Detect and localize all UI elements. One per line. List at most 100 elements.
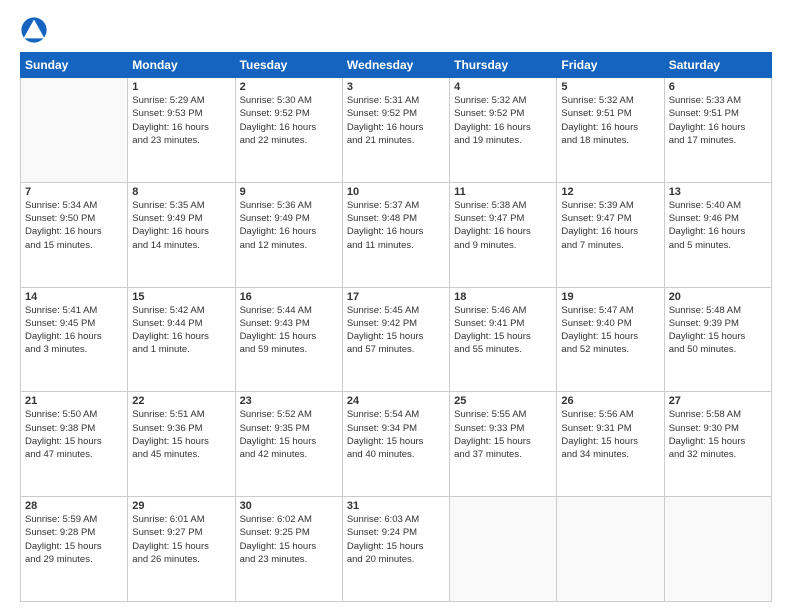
- day-number: 11: [454, 186, 552, 198]
- day-number: 24: [347, 395, 445, 407]
- calendar-cell: 28Sunrise: 5:59 AM Sunset: 9:28 PM Dayli…: [21, 497, 128, 602]
- cell-info: Sunrise: 5:30 AM Sunset: 9:52 PM Dayligh…: [240, 94, 338, 147]
- calendar-cell: 29Sunrise: 6:01 AM Sunset: 9:27 PM Dayli…: [128, 497, 235, 602]
- cell-info: Sunrise: 5:34 AM Sunset: 9:50 PM Dayligh…: [25, 199, 123, 252]
- calendar-cell: 18Sunrise: 5:46 AM Sunset: 9:41 PM Dayli…: [450, 287, 557, 392]
- calendar-cell: 24Sunrise: 5:54 AM Sunset: 9:34 PM Dayli…: [342, 392, 449, 497]
- logo: [20, 16, 52, 44]
- calendar-cell: 6Sunrise: 5:33 AM Sunset: 9:51 PM Daylig…: [664, 78, 771, 183]
- day-number: 25: [454, 395, 552, 407]
- cell-info: Sunrise: 5:38 AM Sunset: 9:47 PM Dayligh…: [454, 199, 552, 252]
- day-number: 12: [561, 186, 659, 198]
- day-number: 5: [561, 81, 659, 93]
- day-number: 8: [132, 186, 230, 198]
- day-number: 1: [132, 81, 230, 93]
- calendar-header-wednesday: Wednesday: [342, 53, 449, 78]
- calendar-header-row: SundayMondayTuesdayWednesdayThursdayFrid…: [21, 53, 772, 78]
- calendar-cell: 20Sunrise: 5:48 AM Sunset: 9:39 PM Dayli…: [664, 287, 771, 392]
- calendar-cell: 15Sunrise: 5:42 AM Sunset: 9:44 PM Dayli…: [128, 287, 235, 392]
- cell-info: Sunrise: 5:55 AM Sunset: 9:33 PM Dayligh…: [454, 408, 552, 461]
- calendar-cell: [664, 497, 771, 602]
- calendar-cell: 21Sunrise: 5:50 AM Sunset: 9:38 PM Dayli…: [21, 392, 128, 497]
- day-number: 13: [669, 186, 767, 198]
- calendar-week-0: 1Sunrise: 5:29 AM Sunset: 9:53 PM Daylig…: [21, 78, 772, 183]
- calendar-header-tuesday: Tuesday: [235, 53, 342, 78]
- calendar-cell: 11Sunrise: 5:38 AM Sunset: 9:47 PM Dayli…: [450, 182, 557, 287]
- cell-info: Sunrise: 5:29 AM Sunset: 9:53 PM Dayligh…: [132, 94, 230, 147]
- cell-info: Sunrise: 5:56 AM Sunset: 9:31 PM Dayligh…: [561, 408, 659, 461]
- cell-info: Sunrise: 5:31 AM Sunset: 9:52 PM Dayligh…: [347, 94, 445, 147]
- calendar-cell: [21, 78, 128, 183]
- day-number: 19: [561, 291, 659, 303]
- calendar-cell: 14Sunrise: 5:41 AM Sunset: 9:45 PM Dayli…: [21, 287, 128, 392]
- cell-info: Sunrise: 5:35 AM Sunset: 9:49 PM Dayligh…: [132, 199, 230, 252]
- cell-info: Sunrise: 5:48 AM Sunset: 9:39 PM Dayligh…: [669, 304, 767, 357]
- day-number: 14: [25, 291, 123, 303]
- day-number: 27: [669, 395, 767, 407]
- calendar-cell: 12Sunrise: 5:39 AM Sunset: 9:47 PM Dayli…: [557, 182, 664, 287]
- day-number: 9: [240, 186, 338, 198]
- cell-info: Sunrise: 5:45 AM Sunset: 9:42 PM Dayligh…: [347, 304, 445, 357]
- day-number: 7: [25, 186, 123, 198]
- calendar-header-friday: Friday: [557, 53, 664, 78]
- calendar-cell: 7Sunrise: 5:34 AM Sunset: 9:50 PM Daylig…: [21, 182, 128, 287]
- day-number: 10: [347, 186, 445, 198]
- day-number: 4: [454, 81, 552, 93]
- calendar-cell: 9Sunrise: 5:36 AM Sunset: 9:49 PM Daylig…: [235, 182, 342, 287]
- calendar-cell: 10Sunrise: 5:37 AM Sunset: 9:48 PM Dayli…: [342, 182, 449, 287]
- calendar-cell: 3Sunrise: 5:31 AM Sunset: 9:52 PM Daylig…: [342, 78, 449, 183]
- header: [20, 16, 772, 44]
- calendar-cell: 31Sunrise: 6:03 AM Sunset: 9:24 PM Dayli…: [342, 497, 449, 602]
- cell-info: Sunrise: 5:47 AM Sunset: 9:40 PM Dayligh…: [561, 304, 659, 357]
- calendar-cell: 23Sunrise: 5:52 AM Sunset: 9:35 PM Dayli…: [235, 392, 342, 497]
- cell-info: Sunrise: 5:37 AM Sunset: 9:48 PM Dayligh…: [347, 199, 445, 252]
- calendar-header-monday: Monday: [128, 53, 235, 78]
- calendar-week-1: 7Sunrise: 5:34 AM Sunset: 9:50 PM Daylig…: [21, 182, 772, 287]
- cell-info: Sunrise: 6:02 AM Sunset: 9:25 PM Dayligh…: [240, 513, 338, 566]
- calendar-cell: 8Sunrise: 5:35 AM Sunset: 9:49 PM Daylig…: [128, 182, 235, 287]
- calendar-cell: 26Sunrise: 5:56 AM Sunset: 9:31 PM Dayli…: [557, 392, 664, 497]
- calendar-header-saturday: Saturday: [664, 53, 771, 78]
- cell-info: Sunrise: 5:54 AM Sunset: 9:34 PM Dayligh…: [347, 408, 445, 461]
- cell-info: Sunrise: 5:39 AM Sunset: 9:47 PM Dayligh…: [561, 199, 659, 252]
- cell-info: Sunrise: 6:01 AM Sunset: 9:27 PM Dayligh…: [132, 513, 230, 566]
- cell-info: Sunrise: 5:32 AM Sunset: 9:51 PM Dayligh…: [561, 94, 659, 147]
- cell-info: Sunrise: 5:42 AM Sunset: 9:44 PM Dayligh…: [132, 304, 230, 357]
- day-number: 21: [25, 395, 123, 407]
- cell-info: Sunrise: 5:51 AM Sunset: 9:36 PM Dayligh…: [132, 408, 230, 461]
- calendar-cell: 19Sunrise: 5:47 AM Sunset: 9:40 PM Dayli…: [557, 287, 664, 392]
- day-number: 15: [132, 291, 230, 303]
- cell-info: Sunrise: 5:46 AM Sunset: 9:41 PM Dayligh…: [454, 304, 552, 357]
- logo-icon: [20, 16, 48, 44]
- calendar-cell: 27Sunrise: 5:58 AM Sunset: 9:30 PM Dayli…: [664, 392, 771, 497]
- calendar-week-2: 14Sunrise: 5:41 AM Sunset: 9:45 PM Dayli…: [21, 287, 772, 392]
- cell-info: Sunrise: 5:40 AM Sunset: 9:46 PM Dayligh…: [669, 199, 767, 252]
- day-number: 29: [132, 500, 230, 512]
- calendar-cell: 25Sunrise: 5:55 AM Sunset: 9:33 PM Dayli…: [450, 392, 557, 497]
- cell-info: Sunrise: 5:44 AM Sunset: 9:43 PM Dayligh…: [240, 304, 338, 357]
- day-number: 6: [669, 81, 767, 93]
- calendar-cell: 5Sunrise: 5:32 AM Sunset: 9:51 PM Daylig…: [557, 78, 664, 183]
- cell-info: Sunrise: 5:36 AM Sunset: 9:49 PM Dayligh…: [240, 199, 338, 252]
- calendar-header-thursday: Thursday: [450, 53, 557, 78]
- day-number: 3: [347, 81, 445, 93]
- calendar-table: SundayMondayTuesdayWednesdayThursdayFrid…: [20, 52, 772, 602]
- cell-info: Sunrise: 5:59 AM Sunset: 9:28 PM Dayligh…: [25, 513, 123, 566]
- day-number: 18: [454, 291, 552, 303]
- cell-info: Sunrise: 5:52 AM Sunset: 9:35 PM Dayligh…: [240, 408, 338, 461]
- day-number: 31: [347, 500, 445, 512]
- cell-info: Sunrise: 6:03 AM Sunset: 9:24 PM Dayligh…: [347, 513, 445, 566]
- calendar-cell: [557, 497, 664, 602]
- cell-info: Sunrise: 5:33 AM Sunset: 9:51 PM Dayligh…: [669, 94, 767, 147]
- day-number: 23: [240, 395, 338, 407]
- calendar-week-4: 28Sunrise: 5:59 AM Sunset: 9:28 PM Dayli…: [21, 497, 772, 602]
- calendar-cell: 16Sunrise: 5:44 AM Sunset: 9:43 PM Dayli…: [235, 287, 342, 392]
- cell-info: Sunrise: 5:50 AM Sunset: 9:38 PM Dayligh…: [25, 408, 123, 461]
- calendar-cell: 30Sunrise: 6:02 AM Sunset: 9:25 PM Dayli…: [235, 497, 342, 602]
- calendar-cell: 17Sunrise: 5:45 AM Sunset: 9:42 PM Dayli…: [342, 287, 449, 392]
- calendar-header-sunday: Sunday: [21, 53, 128, 78]
- calendar-cell: 13Sunrise: 5:40 AM Sunset: 9:46 PM Dayli…: [664, 182, 771, 287]
- calendar-cell: 4Sunrise: 5:32 AM Sunset: 9:52 PM Daylig…: [450, 78, 557, 183]
- day-number: 17: [347, 291, 445, 303]
- day-number: 30: [240, 500, 338, 512]
